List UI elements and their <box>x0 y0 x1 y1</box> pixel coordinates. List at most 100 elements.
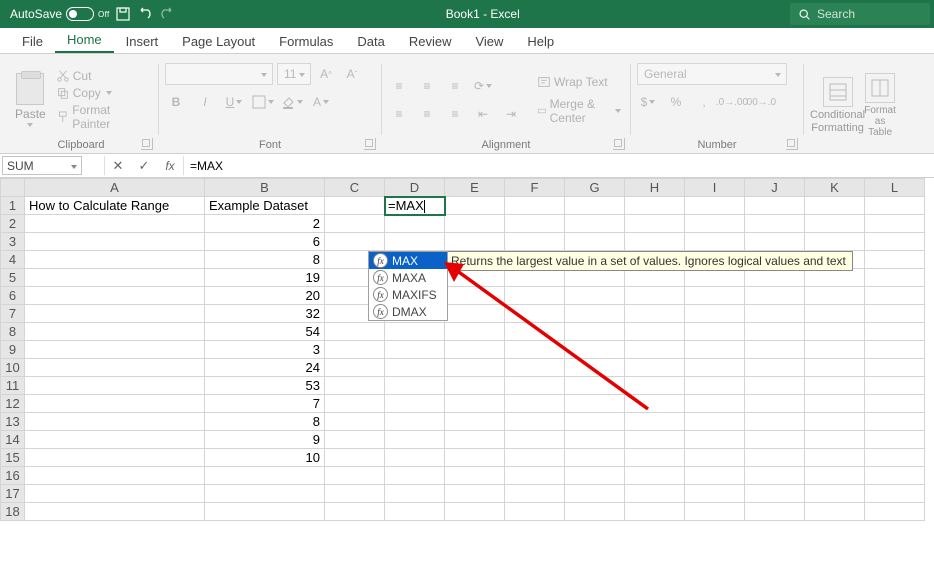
col-header-F[interactable]: F <box>505 179 565 197</box>
col-header-E[interactable]: E <box>445 179 505 197</box>
cell[interactable] <box>805 467 865 485</box>
cell[interactable] <box>805 233 865 251</box>
merge-center-button[interactable]: Merge & Center <box>534 96 624 126</box>
cell[interactable] <box>325 413 385 431</box>
cell[interactable] <box>805 413 865 431</box>
cell[interactable] <box>505 449 565 467</box>
cell[interactable] <box>745 197 805 215</box>
format-as-table-button[interactable]: Format as Table <box>865 73 895 138</box>
cell[interactable] <box>685 197 745 215</box>
decrease-font-button[interactable]: Aˇ <box>341 63 363 85</box>
cell[interactable] <box>445 485 505 503</box>
cell[interactable] <box>745 323 805 341</box>
cell[interactable]: 3 <box>205 341 325 359</box>
cell[interactable]: 54 <box>205 323 325 341</box>
cell[interactable]: 20 <box>205 287 325 305</box>
cell[interactable] <box>325 359 385 377</box>
save-icon[interactable] <box>115 6 131 22</box>
comma-button[interactable]: , <box>693 91 715 113</box>
cell[interactable] <box>805 485 865 503</box>
cell[interactable] <box>625 449 685 467</box>
cell[interactable] <box>325 197 385 215</box>
align-left-button[interactable]: ≡ <box>388 103 410 125</box>
copy-button[interactable]: Copy <box>53 85 152 101</box>
cell[interactable] <box>745 359 805 377</box>
cell[interactable]: 24 <box>205 359 325 377</box>
cell[interactable] <box>685 395 745 413</box>
row-header[interactable]: 9 <box>1 341 25 359</box>
cell[interactable] <box>685 233 745 251</box>
tab-insert[interactable]: Insert <box>114 30 171 53</box>
cell[interactable] <box>865 449 925 467</box>
tab-view[interactable]: View <box>463 30 515 53</box>
cell[interactable] <box>385 341 445 359</box>
cell[interactable] <box>625 467 685 485</box>
cell[interactable] <box>805 503 865 521</box>
cell[interactable] <box>625 431 685 449</box>
cell[interactable] <box>25 269 205 287</box>
cell[interactable] <box>745 485 805 503</box>
font-dialog-launcher[interactable] <box>364 138 376 150</box>
format-painter-button[interactable]: Format Painter <box>53 102 152 132</box>
cell[interactable] <box>25 449 205 467</box>
tab-home[interactable]: Home <box>55 28 114 53</box>
cell[interactable] <box>325 503 385 521</box>
cell[interactable] <box>565 215 625 233</box>
col-header-C[interactable]: C <box>325 179 385 197</box>
cell[interactable] <box>565 485 625 503</box>
cell[interactable] <box>325 233 385 251</box>
cell[interactable] <box>25 323 205 341</box>
enter-formula-button[interactable]: ✓ <box>131 156 157 175</box>
row-header[interactable]: 16 <box>1 467 25 485</box>
autocomplete-item[interactable]: fxMAXIFS <box>369 286 447 303</box>
cell[interactable] <box>565 431 625 449</box>
cell[interactable] <box>385 359 445 377</box>
cell[interactable] <box>385 377 445 395</box>
font-name-select[interactable] <box>165 63 273 85</box>
cell[interactable] <box>325 377 385 395</box>
cell[interactable] <box>865 269 925 287</box>
cell[interactable] <box>445 233 505 251</box>
cell[interactable] <box>865 323 925 341</box>
col-header-G[interactable]: G <box>565 179 625 197</box>
cell[interactable] <box>865 485 925 503</box>
decrease-indent-button[interactable]: ⇤ <box>472 103 494 125</box>
cell[interactable] <box>565 503 625 521</box>
cell[interactable] <box>385 413 445 431</box>
col-header-D[interactable]: D <box>385 179 445 197</box>
cell[interactable] <box>865 395 925 413</box>
cell[interactable] <box>625 215 685 233</box>
cell[interactable] <box>805 395 865 413</box>
name-box[interactable]: SUM <box>2 156 82 175</box>
cell[interactable]: 10 <box>205 449 325 467</box>
cell[interactable] <box>385 467 445 485</box>
tab-file[interactable]: File <box>10 30 55 53</box>
cell[interactable] <box>805 341 865 359</box>
cell[interactable] <box>685 431 745 449</box>
cell[interactable] <box>745 395 805 413</box>
row-header[interactable]: 7 <box>1 305 25 323</box>
tab-help[interactable]: Help <box>515 30 566 53</box>
cell[interactable] <box>865 431 925 449</box>
cell[interactable] <box>505 503 565 521</box>
row-header[interactable]: 10 <box>1 359 25 377</box>
row-header[interactable]: 1 <box>1 197 25 215</box>
number-dialog-launcher[interactable] <box>786 138 798 150</box>
cell[interactable]: 7 <box>205 395 325 413</box>
cell[interactable] <box>865 251 925 269</box>
cell[interactable] <box>505 197 565 215</box>
col-header-L[interactable]: L <box>865 179 925 197</box>
conditional-formatting-button[interactable]: Conditional Formatting <box>810 77 865 133</box>
cell[interactable] <box>565 197 625 215</box>
orientation-button[interactable]: ⟳ <box>472 75 494 97</box>
underline-button[interactable]: U <box>223 91 245 113</box>
cell[interactable] <box>205 467 325 485</box>
cell[interactable] <box>25 395 205 413</box>
clipboard-dialog-launcher[interactable] <box>141 138 153 150</box>
cell[interactable] <box>805 197 865 215</box>
cell[interactable] <box>745 449 805 467</box>
cell[interactable] <box>685 359 745 377</box>
cell[interactable] <box>325 431 385 449</box>
cell[interactable] <box>805 323 865 341</box>
cell[interactable] <box>865 215 925 233</box>
